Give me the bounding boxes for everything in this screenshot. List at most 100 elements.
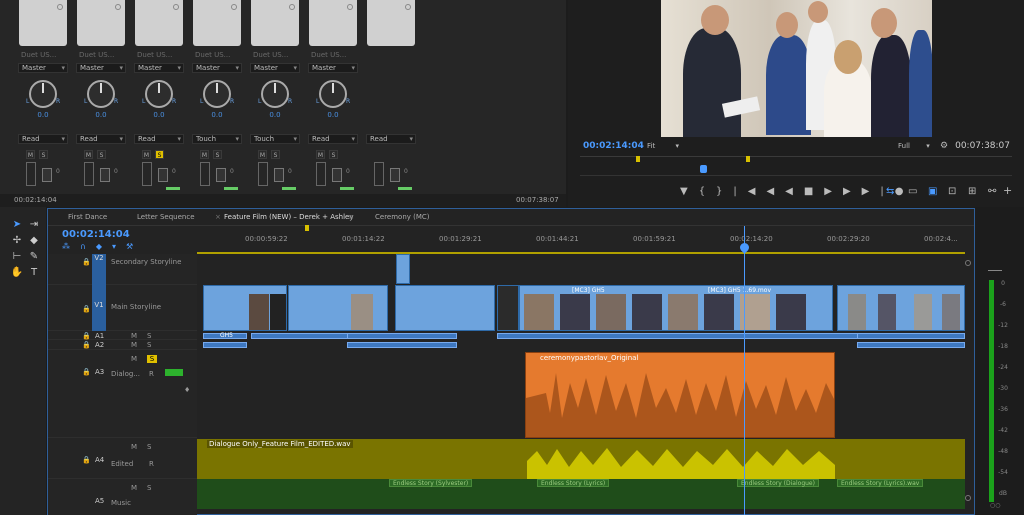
automation-dropdown[interactable]: Read [308,134,358,144]
volume-fader[interactable]: 0 [200,162,240,190]
hand-tool-icon[interactable]: ✋ [10,267,24,279]
output-dropdown[interactable]: Master [76,63,126,73]
monitor-scrubber[interactable] [580,156,1012,178]
mute-button[interactable]: M [131,341,137,349]
timeline-timecode[interactable]: 00:02:14:04 [62,229,130,240]
playhead[interactable] [744,226,745,515]
volume-fader[interactable]: 0 [258,162,298,190]
automation-dropdown[interactable]: Read [76,134,126,144]
track-a1-a2[interactable]: GH5 [197,331,965,350]
razor-icon[interactable]: ◆ [27,235,41,247]
tab-close-icon[interactable]: × [215,213,221,221]
pan-value[interactable]: 0.0 [190,111,244,119]
lock-icon[interactable]: 🔒 [82,258,91,266]
clip-a1[interactable] [347,333,457,339]
tab-letter-sequence[interactable]: Letter Sequence [137,213,195,221]
mute-solo-buttons[interactable]: MS [142,150,168,159]
microphone-icon[interactable]: ♦ [184,386,190,394]
comparison-icon[interactable]: ⊞ [968,186,976,197]
clip-v2[interactable] [396,254,410,284]
automation-dropdown[interactable]: Read [134,134,184,144]
track-a3[interactable]: ceremonypastorlav_Original [197,350,965,438]
multicam-icon[interactable]: ▣ [928,186,937,197]
tab-feature-film[interactable]: Feature Film (NEW) – Derek + Ashley [224,213,353,221]
track-target-v2[interactable]: V2 [92,254,106,285]
transport-controls[interactable]: ▼{}|◀◀◀■▶▶▶|● [680,186,914,197]
track-v2[interactable] [197,254,965,285]
solo-button[interactable]: S [147,484,151,492]
clip-a2[interactable] [203,342,247,348]
export-frame-icon[interactable]: ▭ [908,186,917,197]
mute-button[interactable]: M [131,355,137,363]
tab-menu-icon[interactable]: ≡ [348,213,354,221]
pan-knob[interactable] [145,80,173,108]
clip-v1[interactable] [395,285,495,331]
type-tool-icon[interactable]: T [27,267,41,279]
pan-value[interactable]: 0.0 [16,111,70,119]
settings-icon[interactable]: ⚯ [988,186,996,197]
lock-icon[interactable]: 🔒 [82,456,91,464]
solo-icons[interactable]: ○○ [990,502,1000,509]
solo-button[interactable]: S [147,443,151,451]
time-ruler[interactable]: 00:00:59:22 00:01:14:22 00:01:29:21 00:0… [197,225,965,254]
output-dropdown[interactable]: Master [18,63,68,73]
track-a5[interactable]: Endless Story (Sylvester) Endless Story … [197,479,965,515]
pan-value[interactable]: 0.0 [74,111,128,119]
clip-a1[interactable]: GH5 [203,332,247,339]
clip-v1[interactable] [837,285,965,331]
clip-v1[interactable] [203,285,287,331]
mute-button[interactable]: M [131,332,137,340]
output-dropdown[interactable]: Master [192,63,242,73]
pan-knob[interactable] [319,80,347,108]
output-dropdown[interactable]: Master [134,63,184,73]
clip-v1[interactable] [288,285,388,331]
automation-dropdown[interactable]: Touch [192,134,242,144]
lock-icon[interactable]: 🔒 [82,368,91,376]
clip-a1[interactable] [251,333,351,339]
automation-dropdown[interactable]: Read [366,134,416,144]
music-clip-label[interactable]: Endless Story (Dialogue) [737,479,819,487]
volume-fader[interactable]: 0 [26,162,66,190]
pan-knob[interactable] [261,80,289,108]
mute-solo-buttons[interactable]: MS [200,150,226,159]
solo-button[interactable]: S [147,332,151,340]
record-button[interactable]: R [149,370,154,378]
track-v1[interactable]: [MC3] GH5 [MC3] GH5 1.69.mov [197,285,965,331]
mute-solo-buttons[interactable]: MS [84,150,110,159]
clip-a2[interactable] [347,342,457,348]
automation-dropdown[interactable]: Touch [250,134,300,144]
selection-tool-icon[interactable]: ➤ [10,219,24,231]
lock-icon[interactable]: 🔒 [82,332,91,340]
pan-value[interactable]: 0.0 [306,111,360,119]
volume-fader[interactable]: 0 [316,162,356,190]
record-button[interactable]: R [149,460,154,468]
clip-ceremony-pastor-lav[interactable]: ceremonypastorlav_Original [525,352,835,438]
mute-solo-buttons[interactable]: MS [26,150,52,159]
music-clip-label[interactable]: Endless Story (Lyrics) [537,479,610,487]
program-timecode[interactable]: 00:02:14:04 [583,141,644,151]
track-select-icon[interactable]: ⇥ [27,219,41,231]
clip-v1-multicam[interactable]: [MC3] GH5 [MC3] GH5 1.69.mov [519,285,833,331]
solo-button[interactable]: S [147,341,151,349]
quality-dropdown[interactable]: Full ▾ [898,142,934,152]
clip-a1[interactable] [497,333,887,339]
clip-dialogue-only[interactable]: Dialogue Only_Feature Film_EDITED.wav [197,439,965,479]
add-button-icon[interactable]: + [1003,184,1012,197]
output-dropdown[interactable]: Master [308,63,358,73]
pan-value[interactable]: 0.0 [248,111,302,119]
output-dropdown[interactable]: Master [250,63,300,73]
tab-ceremony[interactable]: Ceremony (MC) [375,213,430,221]
slip-tool-icon[interactable]: ⊢ [10,251,24,263]
clip-v1-dark[interactable] [497,285,519,331]
mute-button[interactable]: M [131,484,137,492]
ripple-edit-icon[interactable]: ✢ [10,235,24,247]
volume-fader[interactable]: 0 [374,162,414,190]
lock-icon[interactable]: 🔒 [82,341,91,349]
music-clip-label[interactable]: Endless Story (Lyrics).wav [837,479,924,487]
pen-tool-icon[interactable]: ✎ [27,251,41,263]
pan-knob[interactable] [29,80,57,108]
timeline-vertical-scroll[interactable] [963,254,973,509]
zoom-dropdown[interactable]: Fit ▾ [647,142,683,152]
volume-fader[interactable]: 0 [142,162,182,190]
safe-margins-icon[interactable]: ⇆ [886,186,894,197]
